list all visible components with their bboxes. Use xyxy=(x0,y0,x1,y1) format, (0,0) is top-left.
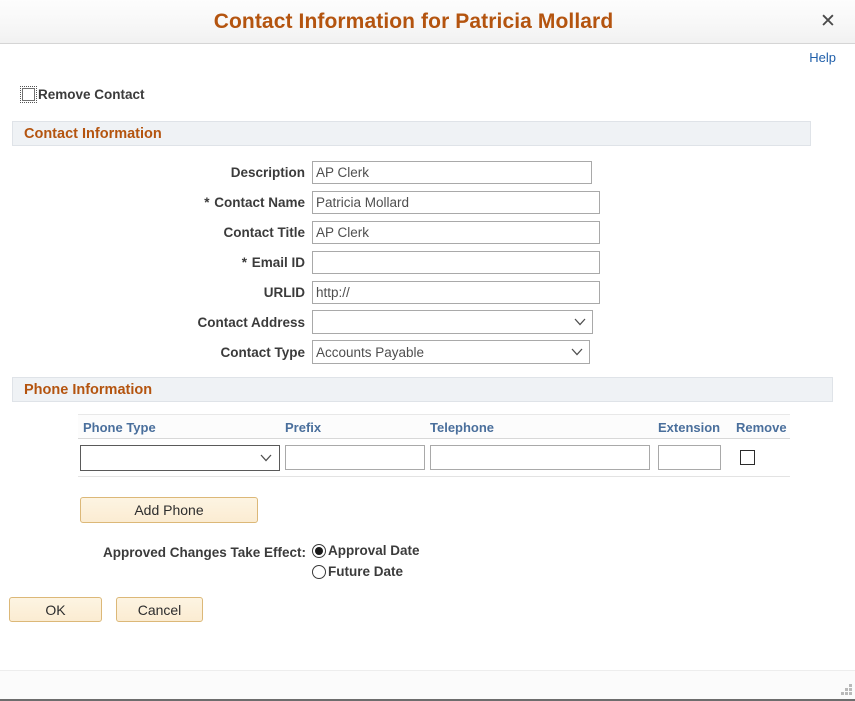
field-row-contact-name: * Contact Name xyxy=(0,187,855,217)
dialog-action-buttons: OK Cancel xyxy=(0,597,855,622)
label-contact-address: Contact Address xyxy=(0,315,312,330)
page-title: Contact Information for Patricia Mollard xyxy=(213,9,614,33)
column-header-extension: Extension xyxy=(658,420,721,435)
contact-fields: Description * Contact Name Contact Title xyxy=(0,157,855,367)
phone-information-section-header: Phone Information xyxy=(12,377,833,402)
approved-changes-label: Approved Changes Take Effect: xyxy=(102,545,306,560)
label-email-id: * Email ID xyxy=(0,255,312,270)
field-label-text: Contact Address xyxy=(197,314,305,330)
radio-approval-date[interactable]: Approval Date xyxy=(312,543,420,558)
radio-label: Future Date xyxy=(328,564,404,579)
field-label-text: Contact Type xyxy=(220,344,305,360)
label-contact-title: Contact Title xyxy=(0,225,312,240)
radio-indicator xyxy=(312,564,326,579)
remove-contact-label: Remove Contact xyxy=(38,86,145,102)
section-title: Contact Information xyxy=(24,125,162,142)
column-header-remove: Remove xyxy=(736,420,787,435)
contact-type-select[interactable]: Accounts Payable xyxy=(312,340,590,364)
ok-button[interactable]: OK xyxy=(9,597,102,622)
contact-information-dialog: Contact Information for Patricia Mollard… xyxy=(0,0,855,701)
phone-information-section: Phone Information Phone Type Prefix Tele… xyxy=(0,377,855,523)
dialog-titlebar: Contact Information for Patricia Mollard… xyxy=(0,0,855,44)
field-label-text: Contact Name xyxy=(214,194,305,210)
column-header-telephone: Telephone xyxy=(430,420,495,435)
section-title: Phone Information xyxy=(24,381,153,398)
label-description: Description xyxy=(0,165,312,180)
telephone-input[interactable] xyxy=(430,445,650,470)
urlid-input[interactable] xyxy=(312,280,600,304)
cell-extension xyxy=(658,445,736,470)
cancel-button[interactable]: Cancel xyxy=(116,597,203,622)
phone-type-select[interactable] xyxy=(80,444,280,471)
table-row xyxy=(78,439,790,477)
radio-label: Approval Date xyxy=(328,543,420,558)
column-header-phone-type: Phone Type xyxy=(83,420,156,435)
cell-phone-type xyxy=(78,444,285,471)
contact-address-value xyxy=(312,310,593,334)
field-row-email-id: * Email ID xyxy=(0,247,855,277)
extension-input[interactable] xyxy=(658,445,721,470)
column-header-prefix: Prefix xyxy=(285,420,322,435)
required-marker: * xyxy=(241,254,247,270)
approved-changes-row: Approved Changes Take Effect: Approval D… xyxy=(0,543,855,579)
contact-type-value: Accounts Payable xyxy=(312,340,590,364)
approved-changes-radio-group: Approval Date Future Date xyxy=(312,543,420,579)
close-icon[interactable]: ✕ xyxy=(813,7,843,37)
remove-contact-row: Remove Contact xyxy=(0,83,855,105)
remove-phone-checkbox[interactable] xyxy=(740,450,755,465)
email-id-input[interactable] xyxy=(312,250,600,274)
required-marker: * xyxy=(204,194,210,210)
phone-table: Phone Type Prefix Telephone Extension Re… xyxy=(78,414,790,477)
field-row-contact-address: Contact Address xyxy=(0,307,855,337)
chevron-down-icon xyxy=(260,454,272,462)
checkbox-box xyxy=(22,87,35,101)
dialog-body: Help Remove Contact Contact Information … xyxy=(0,44,855,701)
label-contact-type: Contact Type xyxy=(0,345,312,360)
field-label-text: Description xyxy=(230,164,305,180)
description-input[interactable] xyxy=(312,160,592,184)
radio-future-date[interactable]: Future Date xyxy=(312,564,420,579)
cell-telephone xyxy=(430,445,658,470)
field-label-text: URLID xyxy=(263,284,305,300)
label-contact-name: * Contact Name xyxy=(0,195,312,210)
remove-contact-checkbox[interactable] xyxy=(20,85,37,103)
field-row-urlid: URLID xyxy=(0,277,855,307)
contact-name-input[interactable] xyxy=(312,190,600,214)
cell-prefix xyxy=(285,445,430,470)
resize-grip-handle[interactable] xyxy=(840,683,852,695)
prefix-input[interactable] xyxy=(285,445,425,470)
cell-remove xyxy=(736,450,788,465)
field-label-text: Contact Title xyxy=(223,224,305,240)
label-urlid: URLID xyxy=(0,285,312,300)
contact-information-section-header: Contact Information xyxy=(12,121,811,146)
contact-title-input[interactable] xyxy=(312,220,600,244)
help-link[interactable]: Help xyxy=(809,50,836,65)
field-label-text: Email ID xyxy=(251,254,305,270)
help-row: Help xyxy=(0,44,855,70)
dialog-footer xyxy=(0,670,855,701)
contact-address-select[interactable] xyxy=(312,310,593,334)
phone-table-header: Phone Type Prefix Telephone Extension Re… xyxy=(78,414,790,439)
field-row-contact-title: Contact Title xyxy=(0,217,855,247)
add-phone-button[interactable]: Add Phone xyxy=(80,497,258,523)
field-row-description: Description xyxy=(0,157,855,187)
radio-indicator xyxy=(312,543,326,558)
field-row-contact-type: Contact Type Accounts Payable xyxy=(0,337,855,367)
